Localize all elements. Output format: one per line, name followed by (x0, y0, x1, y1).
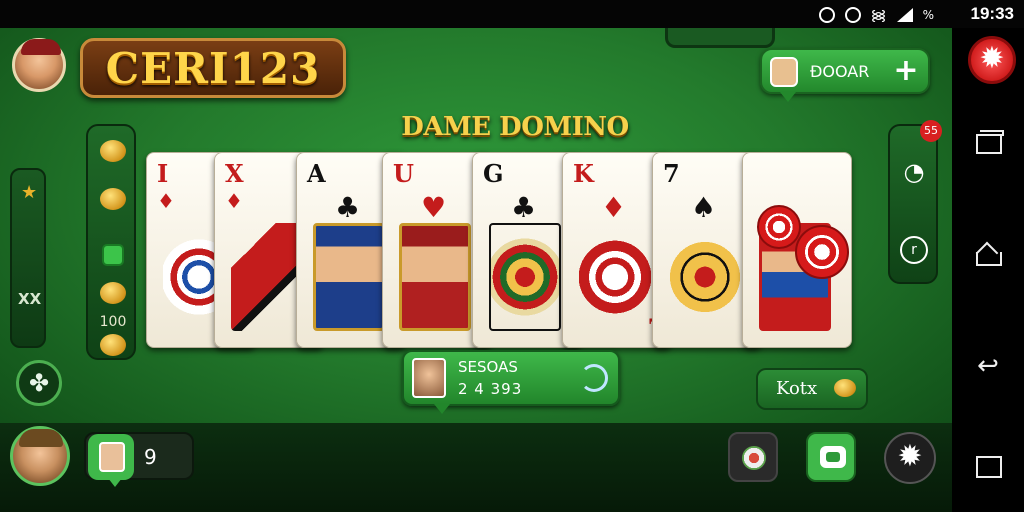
chat-icon[interactable]: ◔ (900, 158, 928, 186)
gold-coin-icon (100, 282, 126, 304)
coin-column: 100 (86, 124, 136, 360)
notification-icon (818, 7, 835, 23)
signal-icon (896, 8, 913, 22)
card-suit: ♦ (601, 191, 627, 224)
coin-count: 100 (99, 314, 127, 330)
green-gem-icon (102, 244, 124, 266)
clover-icon[interactable]: ✤ (16, 360, 62, 406)
location-icon (844, 7, 861, 23)
top-table-tab (665, 28, 775, 48)
card-row: I ♦ X ♦ 1 A ♣ U ♥ G ♣ K ♦ 7 (146, 152, 866, 348)
wifi-icon: ᯼ (870, 6, 887, 24)
settings-gear-icon[interactable]: ✹ (884, 432, 936, 484)
star-icon[interactable]: ★ (21, 182, 37, 203)
action-label: Kotx (776, 378, 818, 399)
poker-chip-icon (795, 225, 849, 279)
card-art (399, 223, 471, 331)
left-side-panel: ★ XX (10, 168, 46, 348)
logo-text: CERI123 (105, 44, 321, 93)
back-icon[interactable]: ↩ (972, 350, 1004, 382)
bubble-tail (434, 404, 450, 414)
card-suit: ♦ (225, 189, 243, 213)
card-rank: A (307, 159, 326, 188)
player-name: SESOAS (458, 358, 518, 376)
card-art (579, 223, 651, 331)
playing-card[interactable] (742, 152, 852, 348)
gold-coin-icon (100, 140, 126, 162)
card-art (313, 223, 385, 331)
card-art (669, 223, 741, 331)
action-button[interactable]: Kotx (756, 368, 868, 410)
red-settings-gear-icon[interactable]: ✹ (968, 36, 1016, 84)
android-nav-bar: ↩ (952, 28, 1024, 512)
coin-label: ĐOOAR (810, 62, 870, 81)
player-avatar[interactable] (10, 426, 70, 486)
clock: 19:33 (970, 4, 1014, 23)
message-button[interactable] (806, 432, 856, 482)
poker-chip-icon (757, 205, 801, 249)
gold-coin-icon (100, 334, 126, 356)
home-icon[interactable] (972, 238, 1004, 270)
card-art (231, 223, 303, 331)
card-suit: ♣ (511, 191, 537, 224)
card-suit: ♠ (691, 191, 717, 224)
player-amount: 2 4 393 (458, 380, 523, 398)
logo-avatar[interactable] (12, 38, 66, 92)
coin-balance[interactable]: ĐOOAR + (760, 48, 930, 102)
battery-indicator: % (922, 8, 934, 22)
player-score-chip[interactable]: 9 (84, 432, 194, 487)
recent-apps-icon[interactable] (972, 126, 1004, 158)
xx-label: XX (18, 290, 42, 308)
notification-badge: 55 (920, 120, 942, 142)
coin-avatar (770, 57, 798, 87)
card-suit: ♣ (335, 191, 361, 224)
gold-coin-icon (100, 188, 126, 210)
game-screen: CERI123 DAME DOMINO ĐOOAR + ★ XX 100 ✤ 5… (0, 28, 952, 512)
game-title: DAME DOMINO (401, 112, 629, 142)
card-rank: U (393, 159, 414, 188)
card-art (489, 223, 561, 331)
status-bar: ᯼ % 19:33 (0, 0, 1024, 28)
card-rank: 7 (663, 159, 680, 188)
status-icons: ᯼ % (818, 5, 934, 25)
refresh-icon[interactable] (580, 364, 608, 392)
player-score: 9 (144, 445, 157, 469)
card-rank: G (483, 159, 504, 188)
add-coins-button[interactable]: + (890, 56, 922, 88)
gold-coin-icon (834, 379, 856, 397)
card-suit: ♦ (157, 189, 175, 213)
card-suit: ♥ (421, 191, 447, 224)
player-info-bubble[interactable]: SESOAS 2 4 393 (402, 350, 620, 414)
right-side-panel: 55 ◔ r (888, 120, 942, 284)
info-icon[interactable]: r (900, 236, 928, 264)
bubble-tail (108, 478, 122, 487)
screenshot-icon[interactable] (972, 446, 1004, 478)
game-logo: CERI123 (80, 38, 346, 98)
bubble-tail (780, 92, 796, 102)
player-thumb (88, 434, 134, 480)
emoji-button[interactable] (728, 432, 778, 482)
card-rank: I (157, 159, 169, 188)
card-rank: K (573, 159, 594, 188)
player-portrait (412, 358, 446, 398)
card-rank: X (225, 159, 244, 188)
